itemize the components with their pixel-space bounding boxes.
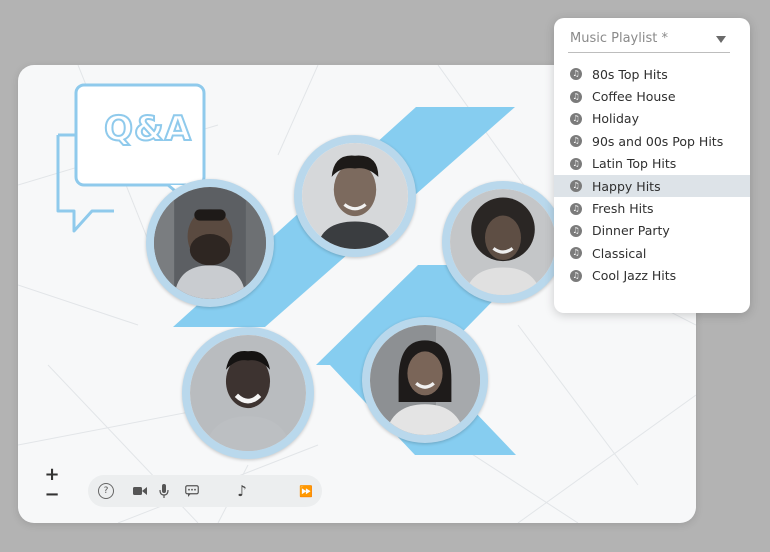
music-note-icon: ♫: [570, 180, 582, 193]
person-silhouette-icon: [450, 189, 556, 295]
playlist-option[interactable]: ♫ 90s and 00s Pop Hits: [554, 130, 750, 152]
video-camera-icon: [133, 487, 147, 495]
playlist-option[interactable]: ♫ Cool Jazz Hits: [554, 265, 750, 287]
participant-avatar-1[interactable]: [146, 179, 274, 307]
music-note-icon: ♫: [570, 135, 582, 148]
participant-avatar-5[interactable]: [362, 317, 488, 443]
playlist-option-label: 80s Top Hits: [592, 66, 668, 82]
participant-avatar-2[interactable]: [294, 135, 416, 257]
playlist-option-label: Classical: [592, 245, 647, 261]
music-note-icon: ♫: [570, 112, 582, 125]
music-note-icon: ♫: [570, 90, 582, 103]
music-button[interactable]: ♪: [232, 481, 252, 501]
microphone-icon: [159, 484, 169, 498]
playlist-option[interactable]: ♫ Holiday: [554, 108, 750, 130]
bottom-toolbar: ? ♪ ⏩: [88, 475, 322, 507]
music-note-icon: ♫: [570, 68, 582, 81]
music-note-icon: ♫: [570, 224, 582, 237]
playlist-option[interactable]: ♫ Coffee House: [554, 85, 750, 107]
music-note-icon: ♪: [237, 482, 247, 500]
playlist-option[interactable]: ♫ Classical: [554, 242, 750, 264]
music-note-icon: ♫: [570, 269, 582, 282]
playlist-option-label: 90s and 00s Pop Hits: [592, 133, 724, 149]
camera-button[interactable]: [130, 481, 150, 501]
playlist-option[interactable]: ♫ Latin Top Hits: [554, 153, 750, 175]
person-silhouette-icon: [154, 187, 266, 299]
playlist-option-label: Holiday: [592, 111, 639, 127]
participant-avatar-3[interactable]: [442, 181, 564, 303]
person-silhouette-icon: [370, 325, 480, 435]
music-note-icon: ♫: [570, 157, 582, 170]
playlist-option-label: Coffee House: [592, 89, 676, 105]
music-note-icon: ♫: [570, 247, 582, 260]
fast-forward-icon: ⏩: [299, 484, 313, 498]
fast-forward-button[interactable]: ⏩: [296, 481, 316, 501]
participant-avatar-4[interactable]: [182, 327, 314, 459]
playlist-option[interactable]: ♫ Fresh Hits: [554, 197, 750, 219]
chat-button[interactable]: [182, 481, 202, 501]
playlist-option-label: Latin Top Hits: [592, 156, 677, 172]
music-note-icon: ♫: [570, 202, 582, 215]
qa-label: Q&A: [103, 108, 192, 150]
playlist-option-label: Dinner Party: [592, 223, 670, 239]
chat-bubble-icon: [185, 485, 199, 497]
playlist-select[interactable]: Music Playlist *: [568, 30, 730, 53]
zoom-out-button[interactable]: −: [42, 485, 62, 505]
help-button[interactable]: ?: [96, 481, 116, 501]
zoom-in-button[interactable]: +: [42, 465, 62, 485]
person-silhouette-icon: [190, 335, 306, 451]
chevron-down-icon: [716, 36, 726, 43]
microphone-button[interactable]: [154, 481, 174, 501]
playlist-option-label: Happy Hits: [592, 178, 661, 194]
playlist-option-label: Fresh Hits: [592, 201, 654, 217]
person-silhouette-icon: [302, 143, 408, 249]
playlist-option-label: Cool Jazz Hits: [592, 268, 677, 284]
help-icon: ?: [98, 483, 114, 499]
playlist-option[interactable]: ♫ Dinner Party: [554, 220, 750, 242]
playlist-select-label: Music Playlist *: [570, 31, 668, 46]
music-playlist-dropdown: Music Playlist * ♫ 80s Top Hits ♫ Coffee Ho…: [554, 18, 750, 313]
playlist-options: ♫ 80s Top Hits ♫ Coffee House ♫ Holiday ♫ 90s a…: [554, 63, 750, 287]
playlist-option[interactable]: ♫ 80s Top Hits: [554, 63, 750, 85]
playlist-option[interactable]: ♫ Happy Hits: [554, 174, 750, 198]
